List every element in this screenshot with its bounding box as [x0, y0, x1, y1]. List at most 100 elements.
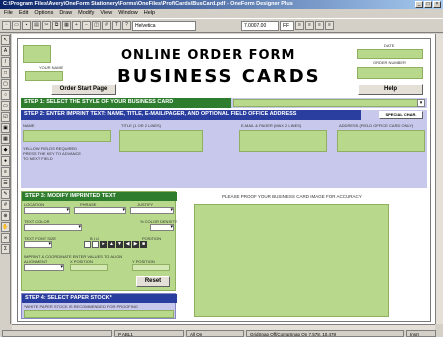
line-tool-icon[interactable]: / [1, 57, 10, 67]
menu-view[interactable]: View [100, 9, 112, 18]
italic-checkbox[interactable] [92, 241, 99, 248]
zoom-in-icon[interactable]: + [72, 21, 81, 30]
list-tool-icon[interactable]: ☰ [1, 178, 10, 188]
address-label: ADDRESS (FIELD OFFICE CARD ONLY) [339, 123, 414, 128]
step3-section: STEP 3: MODIFY IMPRINTED TEXT LOCATION P… [21, 191, 177, 291]
align-center-icon[interactable]: ≡ [305, 21, 314, 30]
check-tool-icon[interactable]: ☑ [1, 112, 10, 122]
name-field[interactable] [23, 130, 111, 142]
justify-select[interactable] [130, 207, 174, 214]
menu-modify[interactable]: Modify [78, 9, 94, 18]
format-buttons: ▸ ▲ ▼ ◀ ▶ ■ [84, 241, 174, 248]
font-size-select[interactable]: 7.0007.00 [241, 20, 279, 31]
move-left-icon[interactable]: ◀ [124, 241, 131, 248]
reset-button[interactable]: Reset [136, 276, 170, 287]
status-layer: All On [186, 330, 244, 337]
menu-options[interactable]: Options [34, 9, 53, 18]
step2-section: STEP 2: ENTER IMPRINT TEXT: NAME, TITLE,… [21, 110, 427, 188]
font-size-select[interactable] [24, 241, 52, 248]
name-label: NAME [23, 123, 35, 128]
menu-window[interactable]: Window [118, 9, 138, 18]
card-style-dropdown-icon[interactable]: ▾ [417, 99, 425, 107]
date-label: DATE [384, 43, 395, 48]
zoom-fit-icon[interactable]: ◫ [92, 21, 101, 30]
open-icon[interactable]: ▭ [12, 21, 21, 30]
step1-heading: STEP 1: SELECT THE STYLE OF YOUR BUSINES… [21, 98, 231, 108]
link-tool-icon[interactable]: ∞ [1, 233, 10, 243]
color-density-select[interactable] [150, 224, 174, 231]
bold-checkbox[interactable] [84, 241, 91, 248]
alignment-select[interactable] [24, 264, 64, 271]
cut-icon[interactable]: ✂ [42, 21, 51, 30]
status-coords: GridSnap Off/CompSnap On 7.578, 10.478 [246, 330, 404, 337]
text-color-select[interactable] [24, 224, 82, 231]
zoom-out-icon[interactable]: − [82, 21, 91, 30]
your-name-field[interactable] [25, 71, 63, 81]
menu-help[interactable]: Help [144, 9, 155, 18]
move-down-icon[interactable]: ▼ [116, 241, 123, 248]
align-right-icon[interactable]: ≡ [315, 21, 324, 30]
address-field[interactable] [337, 130, 425, 152]
x-position-field[interactable] [70, 264, 108, 271]
order-number-field[interactable] [357, 67, 423, 79]
save-icon[interactable]: ▪ [22, 21, 31, 30]
move-up-icon[interactable]: ▲ [108, 241, 115, 248]
text-tool-icon[interactable]: A [1, 46, 10, 56]
rect-tool-icon[interactable]: □ [1, 68, 10, 78]
copy-icon[interactable]: ⧉ [52, 21, 61, 30]
font-select[interactable]: Helvetica [132, 20, 196, 31]
style-select[interactable]: FF [280, 20, 294, 31]
round-rect-tool-icon[interactable]: ▢ [1, 79, 10, 89]
align-left-icon[interactable]: ≡ [295, 21, 304, 30]
field-tool-icon[interactable]: ▭ [1, 101, 10, 111]
color-tool-icon[interactable]: ● [1, 156, 10, 166]
pen-tool-icon[interactable]: ✎ [1, 189, 10, 199]
vertical-scrollbar[interactable] [435, 34, 443, 324]
status-bar: P ABL1 All On GridSnap Off/CompSnap On 7… [0, 330, 443, 337]
step1-row: STEP 1: SELECT THE STYLE OF YOUR BUSINES… [21, 98, 427, 108]
maximize-icon[interactable]: □ [424, 1, 432, 8]
menu-edit[interactable]: Edit [19, 9, 28, 18]
reset-position-icon[interactable]: ■ [140, 241, 147, 248]
calc-tool-icon[interactable]: Σ [1, 244, 10, 254]
underline-checkbox[interactable]: ▸ [100, 241, 107, 248]
special-char-button[interactable]: SPECIAL CHAR. [379, 111, 423, 119]
close-icon[interactable]: × [433, 1, 441, 8]
help-button[interactable]: Help [358, 84, 423, 95]
title-field[interactable] [119, 130, 203, 152]
fill-tool-icon[interactable]: ◆ [1, 145, 10, 155]
image-tool-icon[interactable]: ▣ [1, 123, 10, 133]
menu-file[interactable]: File [4, 9, 13, 18]
hand-tool-icon[interactable]: ✋ [1, 222, 10, 232]
paper-stock-select[interactable] [24, 310, 174, 318]
order-start-button[interactable]: Order Start Page [51, 84, 116, 95]
grid-tool-icon[interactable]: # [1, 200, 10, 210]
form-header: YOUR NAME Order Start Page ONLINE ORDER … [21, 43, 425, 95]
lines-tool-icon[interactable]: ≡ [1, 167, 10, 177]
help-icon[interactable]: ? [122, 21, 131, 30]
email-pager-label: E-MAIL & PAGER (MAX 2 LINES) [241, 123, 302, 128]
card-style-select[interactable] [233, 99, 425, 107]
select-tool-icon[interactable]: ↖ [1, 35, 10, 45]
justify-icon[interactable]: ≡ [325, 21, 334, 30]
table-tool-icon[interactable]: ▦ [1, 134, 10, 144]
window-title-text: C:\Program Files\Avery\OneForm Stationer… [3, 1, 293, 7]
step2-heading: STEP 2: ENTER IMPRINT TEXT: NAME, TITLE,… [21, 110, 361, 120]
grid-icon[interactable]: # [102, 21, 111, 30]
step3-heading: STEP 3: MODIFY IMPRINTED TEXT [22, 192, 177, 201]
location-select[interactable] [24, 207, 70, 214]
text-icon[interactable]: T [112, 21, 121, 30]
print-icon[interactable]: ▤ [32, 21, 41, 30]
ellipse-tool-icon[interactable]: ○ [1, 90, 10, 100]
tool-palette: ↖ A / □ ▢ ○ ▭ ☑ ▣ ▦ ◆ ● ≡ ☰ ✎ # ⊕ ✋ ∞ Σ [0, 34, 11, 324]
phrase-select[interactable] [74, 207, 126, 214]
date-field[interactable] [357, 49, 423, 59]
email-pager-field[interactable] [239, 130, 327, 152]
minimize-icon[interactable]: _ [415, 1, 423, 8]
paste-icon[interactable]: ▦ [62, 21, 71, 30]
menu-draw[interactable]: Draw [59, 9, 72, 18]
move-right-icon[interactable]: ▶ [132, 241, 139, 248]
zoom-tool-icon[interactable]: ⊕ [1, 211, 10, 221]
y-position-field[interactable] [132, 264, 170, 271]
new-icon[interactable]: ▫ [2, 21, 11, 30]
